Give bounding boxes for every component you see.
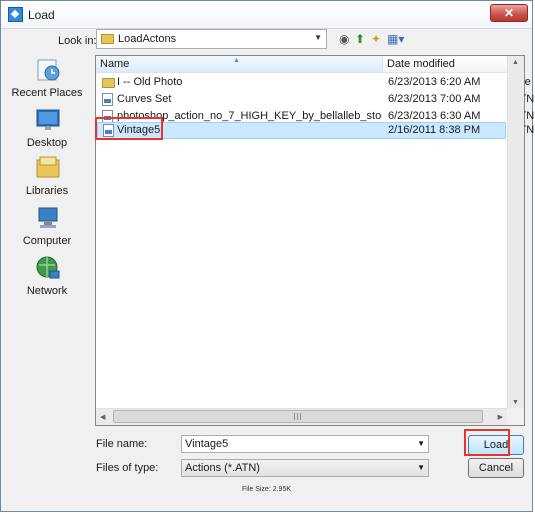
grip-icon: [294, 413, 302, 420]
libraries-icon: [35, 155, 61, 181]
sidebar-item-label: Recent Places: [11, 87, 83, 99]
load-highlight-box: [464, 429, 510, 456]
sidebar-item-desktop[interactable]: Desktop: [5, 107, 89, 155]
column-header-name[interactable]: ▲ Name: [96, 56, 383, 73]
chevron-down-icon: ▼: [417, 463, 425, 472]
file-type-value: Actions (*.ATN): [185, 462, 260, 474]
file-type-label: Files of type:: [96, 462, 159, 474]
chevron-down-icon[interactable]: ▼: [417, 436, 425, 452]
file-date: 6/23/2013 6:20 AM: [388, 76, 481, 88]
look-in-value: LoadActons: [118, 33, 177, 45]
load-dialog: Load ✕ Look in: LoadActons ▼ ◉ ⬆ ✦ ▦▾ Re…: [0, 0, 534, 512]
table-row[interactable]: Curves Set 6/23/2013 7:00 AM ATN: [97, 91, 534, 108]
sidebar-item-label: Computer: [22, 235, 72, 247]
views-menu-icon[interactable]: ▦▾: [387, 32, 404, 46]
sidebar-item-network[interactable]: Network: [5, 255, 89, 303]
desktop-icon: [35, 107, 61, 133]
scroll-down-icon[interactable]: ▼: [512, 399, 519, 406]
column-header-label: Name: [100, 58, 130, 70]
horizontal-scrollbar[interactable]: ◀ ▶: [96, 408, 507, 425]
sidebar-item-recent-places[interactable]: Recent Places: [5, 57, 89, 105]
column-header-date[interactable]: Date modified: [383, 56, 508, 73]
cancel-button[interactable]: Cancel: [468, 458, 524, 478]
scroll-thumb[interactable]: [113, 410, 483, 423]
up-folder-icon[interactable]: ⬆: [355, 32, 365, 46]
look-in-label: Look in:: [58, 35, 97, 47]
look-in-combo[interactable]: LoadActons ▼: [96, 29, 327, 49]
folder-icon: [101, 34, 114, 44]
scroll-corner: [507, 408, 524, 425]
vertical-scrollbar[interactable]: ▲ ▼: [507, 56, 524, 409]
title-bar: Load ✕: [1, 1, 532, 29]
places-sidebar: Recent Places Desktop Libraries Computer…: [5, 53, 89, 423]
back-icon[interactable]: ◉: [339, 32, 349, 46]
selection-highlight-box: [95, 117, 163, 140]
file-type-select[interactable]: Actions (*.ATN) ▼: [181, 459, 429, 477]
action-file-icon: [102, 93, 113, 106]
file-date: 2/16/2011 8:38 PM: [388, 124, 481, 136]
sidebar-item-computer[interactable]: Computer: [5, 205, 89, 253]
file-size-text: File Size: 2.95K: [241, 486, 292, 493]
file-name-label: File name:: [96, 438, 148, 450]
app-icon: [8, 7, 23, 22]
sort-up-icon: ▲: [233, 57, 240, 64]
file-name: Curves Set: [117, 93, 172, 105]
column-header-label: Date modified: [387, 58, 455, 70]
chevron-down-icon: ▼: [314, 33, 322, 42]
network-icon: [35, 255, 61, 281]
sidebar-item-label: Libraries: [25, 185, 69, 197]
window-title: Load: [28, 8, 55, 22]
close-button[interactable]: ✕: [490, 4, 528, 22]
file-list[interactable]: ▲ Name Date modified Typ I -- Old Photo …: [95, 55, 534, 426]
scroll-left-icon[interactable]: ◀: [100, 413, 105, 421]
sidebar-item-label: Network: [26, 285, 68, 297]
folder-icon: [102, 78, 115, 88]
sidebar-item-label: Desktop: [26, 137, 68, 149]
sidebar-item-libraries[interactable]: Libraries: [5, 155, 89, 203]
file-date: 6/23/2013 7:00 AM: [388, 93, 481, 105]
file-name-input[interactable]: Vintage5 ▼: [181, 435, 429, 453]
file-name: I -- Old Photo: [117, 76, 183, 88]
scroll-up-icon[interactable]: ▲: [512, 59, 519, 66]
file-name-value: Vintage5: [185, 438, 229, 450]
computer-icon: [35, 205, 61, 231]
table-row[interactable]: I -- Old Photo 6/23/2013 6:20 AM File: [97, 74, 531, 91]
new-folder-icon[interactable]: ✦: [371, 32, 381, 46]
recent-places-icon: [35, 57, 61, 83]
scroll-right-icon[interactable]: ▶: [498, 413, 503, 421]
